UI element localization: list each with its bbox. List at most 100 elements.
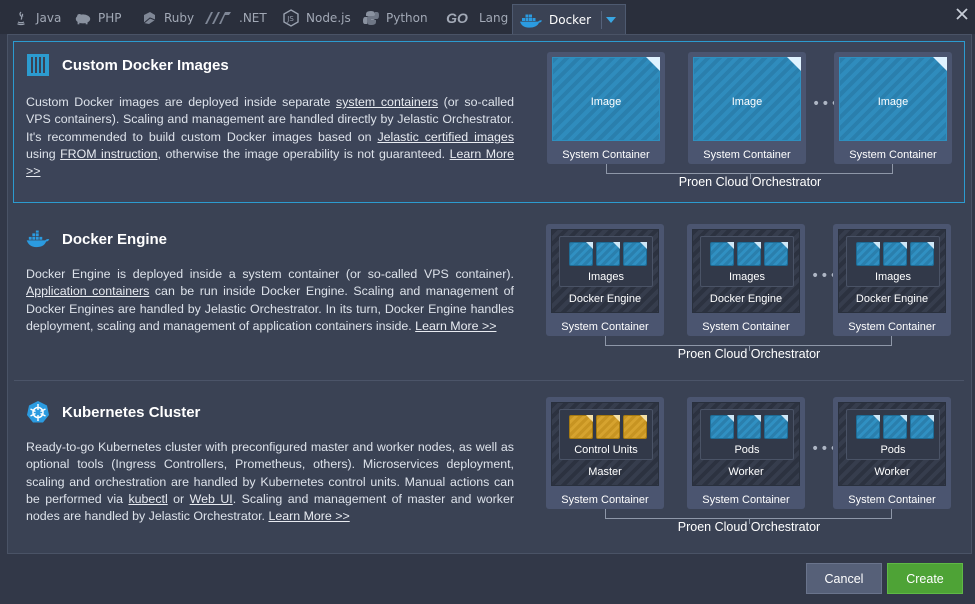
system-container: Control Units Master System Container	[546, 397, 664, 509]
web-ui-link[interactable]: Web UI	[190, 492, 233, 506]
orchestrator-label: Proen Cloud Orchestrator	[677, 347, 821, 361]
image-cube	[623, 242, 647, 266]
tab-php[interactable]: PHP	[74, 4, 122, 32]
image-cube	[764, 242, 788, 266]
pod-cube	[883, 415, 907, 439]
image-cube	[737, 242, 761, 266]
tab-python[interactable]: Python	[362, 4, 428, 32]
kubernetes-cluster-section[interactable]: Kubernetes Cluster Ready-to-go Kubernete…	[8, 388, 971, 550]
custom-images-title: Custom Docker Images	[62, 56, 229, 74]
worker-block: Pods Worker	[692, 402, 800, 486]
tab-java[interactable]: Java	[12, 4, 61, 32]
create-button[interactable]: Create	[887, 563, 963, 594]
tab-label: Node.js	[306, 11, 351, 25]
pod-cube	[764, 415, 788, 439]
system-container: Images Docker Engine System Container	[546, 224, 664, 336]
docker-icon	[26, 227, 50, 251]
pod-cube	[856, 415, 880, 439]
system-container: Pods Worker System Container	[833, 397, 951, 509]
tab-label: .NET	[239, 11, 267, 25]
ruby-icon	[140, 9, 158, 27]
kubernetes-diagram: Control Units Master System Container Po…	[546, 397, 956, 547]
tab-label: Docker	[549, 12, 592, 27]
dotnet-icon	[203, 9, 233, 27]
custom-docker-images-section[interactable]: Custom Docker Images Custom Docker image…	[13, 41, 965, 203]
system-container: Image System Container	[834, 52, 952, 164]
images-block: Images	[700, 236, 794, 287]
cancel-button[interactable]: Cancel	[806, 563, 882, 594]
image-cube	[596, 242, 620, 266]
worker-block: Pods Worker	[838, 402, 946, 486]
pod-cube	[737, 415, 761, 439]
nodejs-icon: JS	[282, 9, 300, 27]
docker-engine-block: Images Docker Engine	[551, 229, 659, 313]
section-divider	[14, 380, 964, 381]
section-title: Docker Engine	[26, 227, 167, 251]
learn-more-link[interactable]: Learn More >>	[268, 509, 349, 523]
kubernetes-icon	[26, 400, 50, 424]
system-containers-link[interactable]: system containers	[336, 95, 438, 109]
section-title: Kubernetes Cluster	[26, 400, 200, 424]
system-container: Pods Worker System Container	[687, 397, 805, 509]
images-block: Images	[559, 236, 653, 287]
section-title: Custom Docker Images	[26, 53, 229, 77]
image-cube	[856, 242, 880, 266]
tab-label: Lang	[479, 11, 509, 25]
docker-icon	[519, 11, 543, 29]
from-instruction-link[interactable]: FROM instruction	[60, 147, 157, 161]
image-cube	[883, 242, 907, 266]
docker-engine-section[interactable]: Docker Engine Docker Engine is deployed …	[8, 215, 971, 377]
docker-engine-description: Docker Engine is deployed inside a syste…	[26, 267, 514, 333]
system-container: Images Docker Engine System Container	[833, 224, 951, 336]
orchestrator-bracket	[606, 164, 893, 179]
docker-engine-title: Docker Engine	[62, 230, 168, 248]
system-container: Images Docker Engine System Container	[687, 224, 805, 336]
image-cube	[710, 242, 734, 266]
image-block: Image	[839, 57, 947, 141]
php-icon	[74, 9, 92, 27]
close-icon[interactable]	[955, 6, 969, 20]
tab-go[interactable]: GO Lang	[441, 4, 508, 32]
pod-cube	[910, 415, 934, 439]
tab-dotnet[interactable]: .NET	[203, 4, 267, 32]
docker-engine-block: Images Docker Engine	[692, 229, 800, 313]
system-container: Image System Container	[688, 52, 806, 164]
orchestrator-label: Proen Cloud Orchestrator	[677, 520, 821, 534]
kubernetes-title: Kubernetes Cluster	[62, 403, 201, 421]
tab-docker[interactable]: Docker	[512, 4, 627, 34]
go-icon: GO	[446, 10, 468, 26]
kubernetes-description: Ready-to-go Kubernetes cluster with prec…	[26, 440, 515, 524]
docker-engine-block: Images Docker Engine	[838, 229, 946, 313]
orchestrator-label: Proen Cloud Orchestrator	[678, 175, 822, 189]
java-icon	[12, 9, 30, 27]
tab-bar: Java PHP Ruby .NET JS Node.js Python GO	[0, 0, 975, 34]
learn-more-link[interactable]: Learn More >>	[415, 319, 496, 333]
python-icon	[362, 9, 380, 27]
images-block: Images	[846, 236, 940, 287]
pods-block: Pods	[700, 409, 794, 460]
custom-images-description: Custom Docker images are deployed inside…	[26, 95, 515, 179]
svg-text:JS: JS	[286, 15, 294, 23]
kubectl-link[interactable]: kubectl	[128, 492, 167, 506]
tab-ruby[interactable]: Ruby	[140, 4, 194, 32]
master-block: Control Units Master	[551, 402, 659, 486]
chevron-down-icon[interactable]	[601, 10, 619, 29]
control-unit-cube	[623, 415, 647, 439]
tab-label: PHP	[98, 11, 122, 25]
image-cube	[569, 242, 593, 266]
image-block: Image	[693, 57, 801, 141]
orchestrator-bracket	[605, 509, 892, 524]
tab-nodejs[interactable]: JS Node.js	[282, 4, 351, 32]
application-containers-link[interactable]: Application containers	[26, 284, 149, 298]
certified-images-link[interactable]: Jelastic certified images	[377, 130, 514, 144]
container-stripes-icon	[26, 53, 50, 77]
tab-label: Python	[386, 11, 428, 25]
control-unit-cube	[569, 415, 593, 439]
tab-label: Java	[36, 11, 62, 25]
main-panel: Custom Docker Images Custom Docker image…	[7, 34, 972, 554]
docker-engine-diagram: Images Docker Engine System Container Im…	[546, 224, 956, 374]
pod-cube	[710, 415, 734, 439]
control-units-block: Control Units	[559, 409, 653, 460]
image-cube	[910, 242, 934, 266]
custom-images-diagram: Image System Container Image System Cont…	[547, 52, 957, 202]
